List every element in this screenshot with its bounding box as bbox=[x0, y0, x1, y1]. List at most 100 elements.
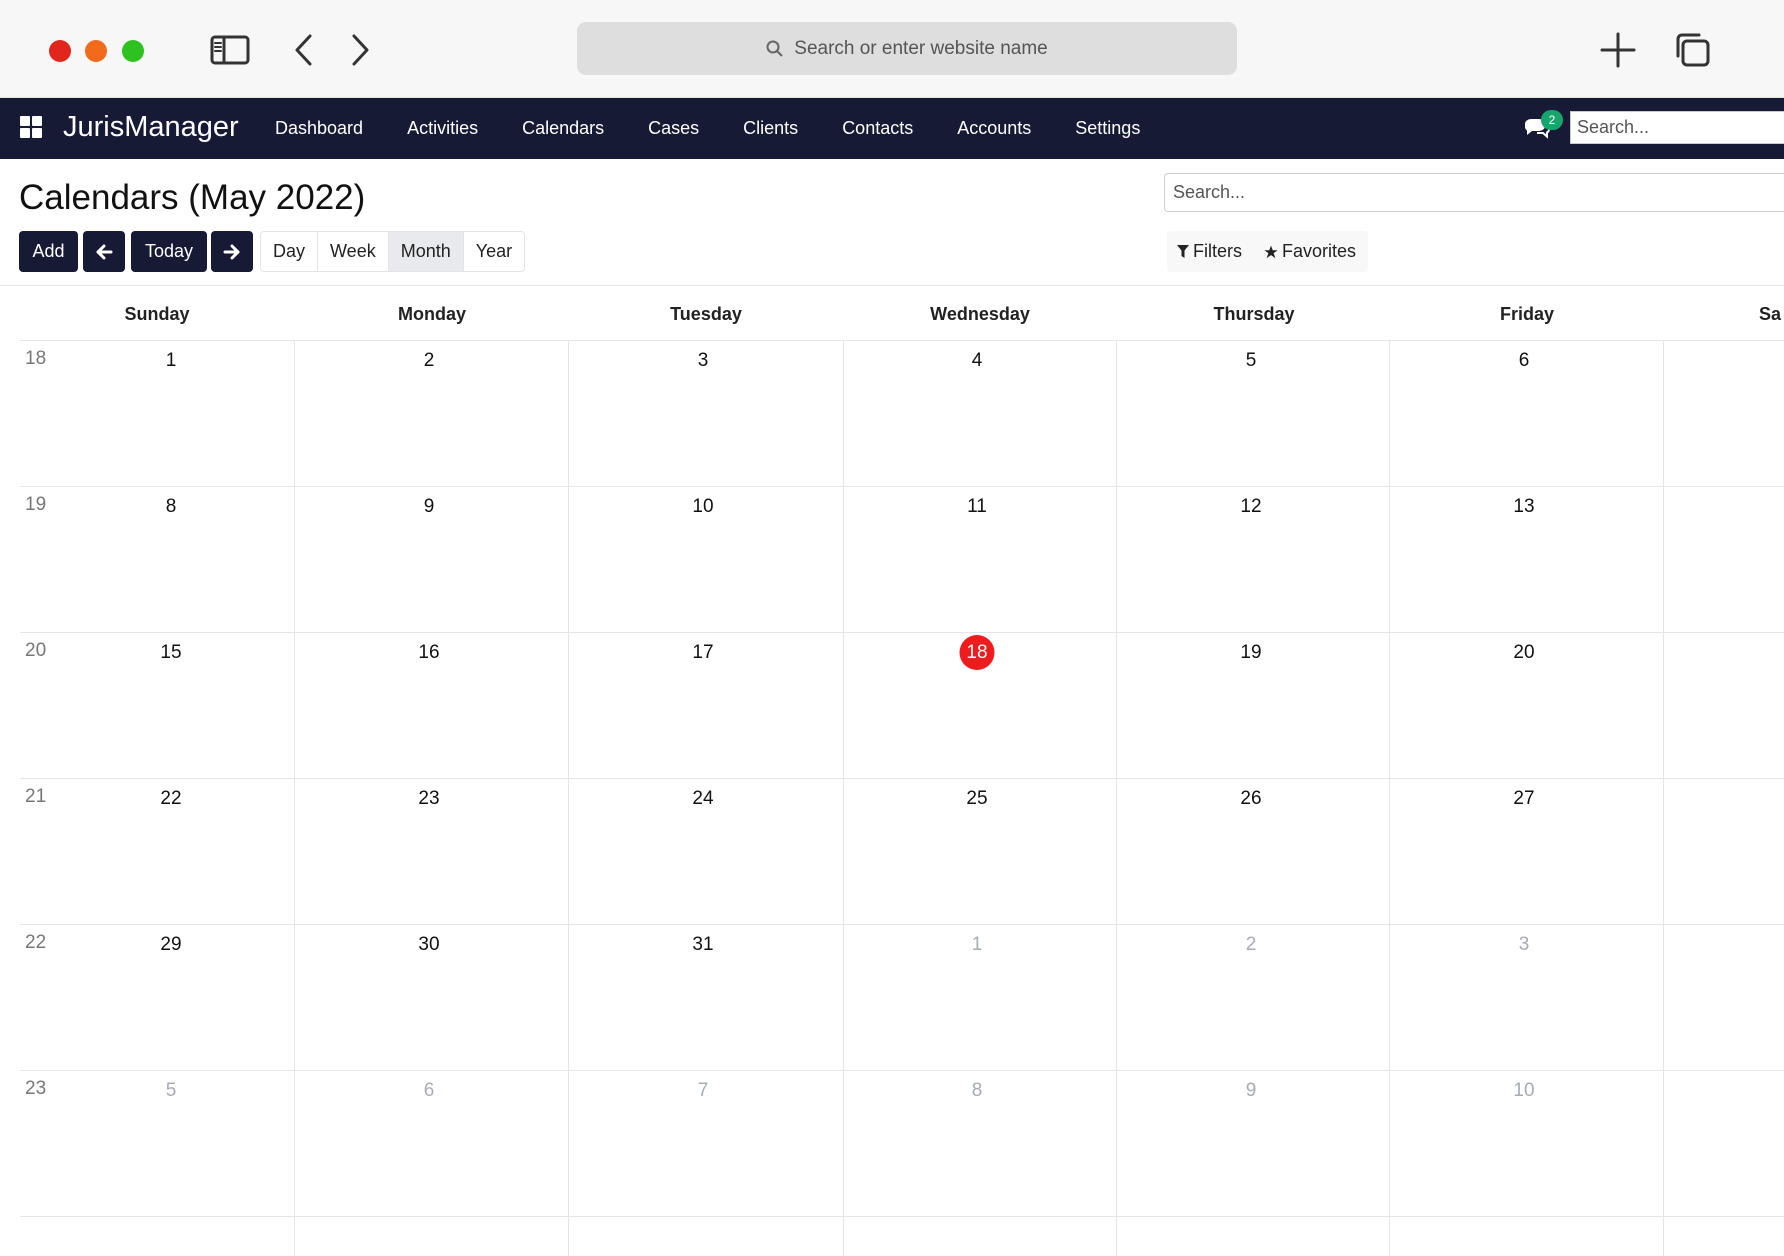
page-title: Calendars (May 2022) bbox=[19, 178, 366, 217]
address-bar[interactable]: Search or enter website name bbox=[577, 22, 1237, 75]
favorites-label: Favorites bbox=[1282, 241, 1357, 261]
date-number[interactable]: 7 bbox=[698, 1080, 709, 1102]
search-icon bbox=[766, 40, 783, 57]
date-number[interactable]: 29 bbox=[160, 934, 181, 956]
today-date-number[interactable]: 18 bbox=[959, 635, 995, 670]
date-number[interactable]: 25 bbox=[966, 788, 987, 810]
date-number[interactable]: 6 bbox=[1519, 350, 1530, 372]
view-month-button[interactable]: Month bbox=[388, 232, 464, 271]
calendar-day-cell[interactable] bbox=[20, 778, 294, 924]
arrow-left-icon bbox=[96, 244, 113, 259]
filters-button[interactable]: Filters bbox=[1167, 231, 1254, 272]
view-week-button[interactable]: Week bbox=[318, 232, 389, 271]
close-window-button[interactable] bbox=[49, 40, 71, 62]
date-number[interactable]: 12 bbox=[1240, 496, 1261, 518]
date-number[interactable]: 1 bbox=[166, 350, 177, 372]
navbar-search-input[interactable] bbox=[1570, 111, 1784, 144]
add-button[interactable]: Add bbox=[19, 231, 78, 272]
date-number[interactable]: 5 bbox=[1246, 350, 1257, 372]
favorites-button[interactable]: Favorites bbox=[1254, 231, 1368, 272]
date-number[interactable]: 10 bbox=[692, 496, 713, 518]
nav-item-activities[interactable]: Activities bbox=[385, 118, 500, 139]
forward-arrow-icon[interactable] bbox=[338, 30, 382, 70]
messages-button[interactable]: 2 bbox=[1523, 110, 1563, 146]
column-divider bbox=[843, 340, 844, 1256]
date-number[interactable]: 3 bbox=[1519, 934, 1530, 956]
column-divider bbox=[1116, 340, 1117, 1256]
tabs-overview-icon[interactable] bbox=[1670, 30, 1714, 70]
plus-icon[interactable] bbox=[1596, 30, 1640, 70]
view-year-button[interactable]: Year bbox=[463, 232, 525, 271]
message-count-badge: 2 bbox=[1541, 110, 1563, 130]
date-number[interactable]: 10 bbox=[1513, 1080, 1534, 1102]
nav-item-clients[interactable]: Clients bbox=[721, 118, 820, 139]
date-number[interactable]: 5 bbox=[166, 1080, 177, 1102]
date-number[interactable]: 30 bbox=[418, 934, 439, 956]
calendar-day-cell[interactable] bbox=[20, 340, 294, 486]
date-number[interactable]: 3 bbox=[698, 350, 709, 372]
browser-chrome: Search or enter website name bbox=[0, 0, 1784, 98]
date-number[interactable]: 24 bbox=[692, 788, 713, 810]
date-number[interactable]: 13 bbox=[1513, 496, 1534, 518]
date-number[interactable]: 6 bbox=[424, 1080, 435, 1102]
brand-name[interactable]: JurisManager bbox=[63, 111, 239, 144]
date-number[interactable]: 4 bbox=[972, 350, 983, 372]
arrow-right-icon bbox=[223, 244, 240, 259]
day-header: Monday bbox=[397, 304, 467, 324]
nav-item-settings[interactable]: Settings bbox=[1053, 118, 1162, 139]
maximize-window-button[interactable] bbox=[122, 40, 144, 62]
nav-item-contacts[interactable]: Contacts bbox=[820, 118, 935, 139]
today-button[interactable]: Today bbox=[131, 231, 207, 272]
sidebar-toggle-icon[interactable] bbox=[208, 30, 252, 70]
date-number[interactable]: 2 bbox=[424, 350, 435, 372]
minimize-window-button[interactable] bbox=[85, 40, 107, 62]
date-number[interactable]: 8 bbox=[972, 1080, 983, 1102]
address-placeholder: Search or enter website name bbox=[794, 37, 1048, 59]
column-divider bbox=[568, 340, 569, 1256]
nav-item-dashboard[interactable]: Dashboard bbox=[253, 118, 385, 139]
date-number[interactable]: 9 bbox=[424, 496, 435, 518]
date-number[interactable]: 15 bbox=[160, 642, 181, 664]
calendar-day-cell[interactable] bbox=[20, 1070, 294, 1216]
nav-item-cases[interactable]: Cases bbox=[626, 118, 721, 139]
date-number[interactable]: 9 bbox=[1246, 1080, 1257, 1102]
date-number[interactable]: 1 bbox=[972, 934, 983, 956]
apps-grid-icon[interactable] bbox=[20, 116, 42, 138]
date-number[interactable]: 26 bbox=[1240, 788, 1261, 810]
column-divider bbox=[1389, 340, 1390, 1256]
next-period-button[interactable] bbox=[211, 231, 253, 272]
day-header: Wednesday bbox=[930, 304, 1030, 324]
toolbar-divider bbox=[0, 285, 1784, 286]
calendar-day-cell[interactable] bbox=[20, 632, 294, 778]
back-arrow-icon[interactable] bbox=[282, 30, 326, 70]
calendar-search-input[interactable] bbox=[1164, 173, 1784, 212]
day-header: Tuesday bbox=[670, 304, 742, 324]
column-divider bbox=[294, 340, 295, 1256]
date-number[interactable]: 31 bbox=[692, 934, 713, 956]
row-divider bbox=[20, 1216, 1784, 1217]
view-switcher: Day Week Month Year bbox=[260, 231, 526, 272]
nav-item-accounts[interactable]: Accounts bbox=[935, 118, 1053, 139]
day-header: Sa bbox=[1758, 304, 1782, 324]
day-header: Sunday bbox=[124, 304, 190, 324]
date-number[interactable]: 16 bbox=[418, 642, 439, 664]
date-number[interactable]: 17 bbox=[692, 642, 713, 664]
calendar-day-cell[interactable] bbox=[20, 924, 294, 1070]
previous-period-button[interactable] bbox=[83, 231, 125, 272]
filters-label: Filters bbox=[1193, 241, 1242, 261]
date-number[interactable]: 20 bbox=[1513, 642, 1534, 664]
date-number[interactable]: 19 bbox=[1240, 642, 1261, 664]
nav-item-calendars[interactable]: Calendars bbox=[500, 118, 626, 139]
view-day-button[interactable]: Day bbox=[261, 232, 319, 271]
date-number[interactable]: 8 bbox=[166, 496, 177, 518]
date-number[interactable]: 2 bbox=[1246, 934, 1257, 956]
star-icon bbox=[1264, 245, 1278, 258]
date-number[interactable]: 27 bbox=[1513, 788, 1534, 810]
main-nav: Dashboard Activities Calendars Cases Cli… bbox=[253, 98, 1162, 159]
funnel-icon bbox=[1177, 245, 1189, 258]
date-number[interactable]: 11 bbox=[967, 496, 987, 518]
date-number[interactable]: 22 bbox=[160, 788, 181, 810]
calendar-day-cell[interactable] bbox=[20, 486, 294, 632]
filter-controls: Filters Favorites bbox=[1167, 231, 1369, 272]
date-number[interactable]: 23 bbox=[418, 788, 439, 810]
